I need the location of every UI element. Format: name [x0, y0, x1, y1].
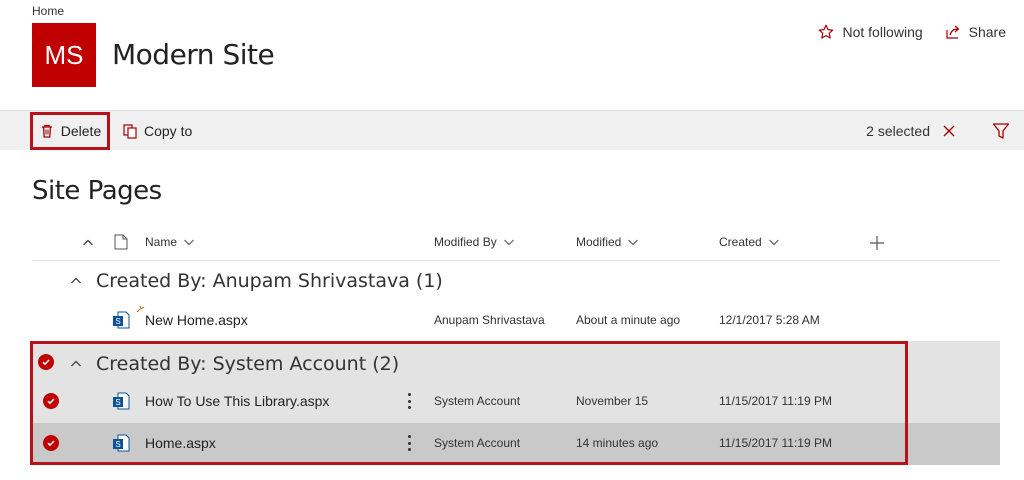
group-label: Created By: Anupam Shrivastava (1) — [96, 270, 443, 292]
selection-info: 2 selected — [866, 111, 956, 151]
chevron-down-icon — [628, 239, 639, 246]
star-icon — [819, 24, 834, 39]
created-cell: 12/1/2017 5:28 AM — [719, 313, 820, 327]
column-header-modified-by[interactable]: Modified By — [434, 235, 515, 249]
follow-button[interactable]: Not following — [818, 24, 923, 40]
column-header-modified[interactable]: Modified — [576, 235, 639, 249]
delete-label: Delete — [60, 123, 102, 139]
selection-highlight-frame — [30, 341, 908, 465]
svg-text:S: S — [115, 317, 120, 326]
column-header-created[interactable]: Created — [719, 235, 780, 249]
copy-to-button[interactable]: Copy to — [122, 111, 192, 151]
chevron-down-icon — [184, 239, 194, 246]
copy-to-label: Copy to — [144, 123, 193, 139]
modified-by-cell: Anupam Shrivastava — [434, 313, 545, 327]
file-type-icon[interactable] — [114, 234, 128, 250]
chevron-up-icon — [71, 277, 81, 284]
file-name[interactable]: New Home.aspx — [145, 300, 248, 340]
header-divider — [32, 260, 1000, 261]
column-created-label: Created — [719, 235, 762, 249]
header-actions: Not following Share — [818, 24, 1006, 40]
column-modified-by-label: Modified By — [434, 235, 497, 249]
table-row[interactable]: S New Home.aspx Anupam Shrivastava About… — [32, 300, 1000, 340]
selected-count: 2 selected — [866, 123, 930, 139]
chevron-down-icon — [503, 239, 514, 246]
trash-icon — [41, 124, 52, 138]
site-title: Modern Site — [112, 38, 275, 71]
delete-button[interactable]: Delete — [30, 112, 110, 150]
filter-icon[interactable] — [992, 122, 1010, 140]
column-name-label: Name — [145, 235, 178, 249]
command-bar: Delete Copy to 2 selected — [0, 110, 1024, 150]
breadcrumb[interactable]: Home — [32, 4, 64, 18]
copy-icon — [123, 124, 137, 139]
column-modified-label: Modified — [576, 235, 622, 249]
add-column-icon[interactable] — [870, 236, 884, 250]
modified-cell: About a minute ago — [576, 313, 681, 327]
share-icon — [946, 25, 960, 39]
list-title: Site Pages — [32, 176, 162, 206]
site-logo[interactable]: MS — [32, 23, 96, 87]
column-header-name[interactable]: Name — [145, 235, 195, 249]
share-button[interactable]: Share — [945, 24, 1006, 40]
chevron-down-icon — [768, 239, 779, 246]
clear-selection-icon[interactable] — [942, 124, 956, 138]
sharepoint-page-icon: S — [113, 311, 130, 329]
group-header-anupam[interactable]: Created By: Anupam Shrivastava (1) — [70, 270, 443, 292]
share-label: Share — [968, 24, 1006, 40]
collapse-all-icon[interactable] — [82, 237, 94, 249]
follow-label: Not following — [842, 24, 923, 40]
